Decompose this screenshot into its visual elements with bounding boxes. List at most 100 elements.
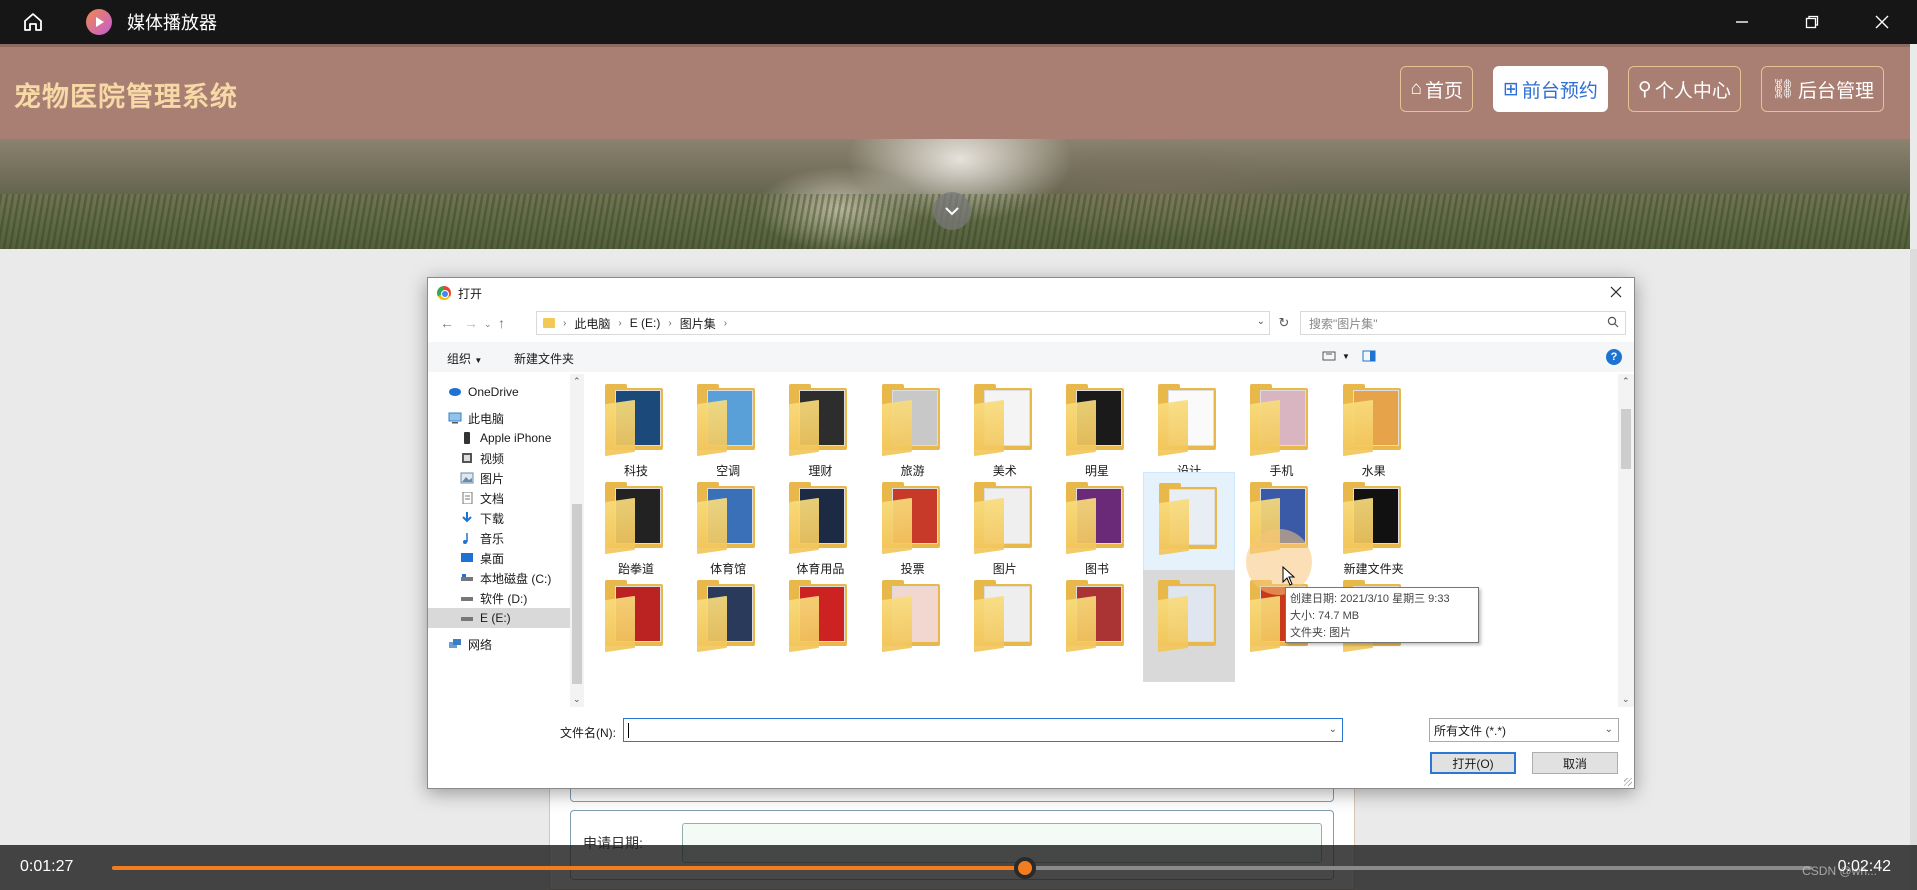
- nav-admin-label: 后台管理: [1797, 80, 1874, 102]
- nav-desktop[interactable]: 桌面: [460, 548, 504, 568]
- hero-banner: [0, 139, 1910, 249]
- click-highlight: [1246, 529, 1312, 595]
- nav-item-label: 网络: [468, 637, 493, 652]
- filename-input[interactable]: ⌄: [623, 718, 1343, 742]
- folder-item[interactable]: [959, 570, 1051, 682]
- nav-music[interactable]: 音乐: [460, 528, 504, 548]
- folder-item[interactable]: 新建文件夹: [1328, 472, 1420, 584]
- folder-item[interactable]: 美术: [959, 374, 1051, 486]
- chevron-down-icon[interactable]: ⌄: [1257, 316, 1265, 327]
- folder-icon: [1066, 580, 1128, 653]
- breadcrumb-this-pc[interactable]: 此电脑: [574, 315, 610, 332]
- folder-item[interactable]: 图片: [959, 472, 1051, 584]
- scroll-down-icon[interactable]: ⌄: [573, 694, 581, 705]
- folder-icon: [881, 384, 944, 457]
- nav-drive-d[interactable]: 软件 (D:): [460, 588, 527, 608]
- folder-item[interactable]: 体育用品: [774, 472, 866, 584]
- folder-item[interactable]: 理财: [774, 374, 866, 486]
- nav-this-pc[interactable]: 此电脑: [448, 408, 504, 428]
- folder-item[interactable]: 科技: [590, 374, 682, 486]
- recent-dropdown-icon[interactable]: ⌄: [484, 319, 492, 330]
- breadcrumb-drive-e[interactable]: E (E:): [630, 316, 661, 330]
- address-bar[interactable]: › 此电脑 › E (E:) › 图片集 › ⌄: [536, 311, 1270, 335]
- drive-icon: [461, 617, 473, 621]
- document-icon: [462, 492, 473, 504]
- nav-downloads[interactable]: 下载: [460, 508, 504, 528]
- nav-drive-c[interactable]: 本地磁盘 (C:): [460, 568, 551, 588]
- nav-drive-e[interactable]: E (E:): [428, 608, 570, 628]
- folder-item[interactable]: [774, 570, 866, 682]
- user-icon: ⚲: [1637, 78, 1652, 100]
- search-input[interactable]: 搜索"图片集": [1300, 311, 1626, 335]
- folder-item[interactable]: 旅游: [867, 374, 959, 486]
- scroll-up-icon[interactable]: ⌃: [1622, 376, 1630, 387]
- home-icon[interactable]: [0, 0, 66, 44]
- nav-documents[interactable]: 文档: [460, 488, 504, 508]
- help-icon[interactable]: ?: [1606, 349, 1622, 365]
- breadcrumb-pictures[interactable]: 图片集: [680, 315, 716, 332]
- view-options-icon[interactable]: [1322, 349, 1336, 366]
- page-scrollbar[interactable]: [1910, 249, 1917, 890]
- folder-item[interactable]: [590, 570, 682, 682]
- folder-item[interactable]: [1051, 570, 1143, 682]
- up-arrow-icon[interactable]: ↑: [498, 315, 505, 331]
- file-type-select[interactable]: 所有文件 (*.*) ⌄: [1429, 718, 1619, 742]
- preview-pane-icon[interactable]: [1362, 349, 1376, 366]
- folder-item[interactable]: [1143, 472, 1236, 584]
- scroll-up-icon[interactable]: ⌃: [573, 376, 581, 387]
- folder-item[interactable]: 投票: [867, 472, 959, 584]
- minimize-icon[interactable]: [1707, 0, 1777, 44]
- file-list-scrollbar[interactable]: ⌃ ⌄: [1618, 374, 1634, 707]
- file-type-value: 所有文件 (*.*): [1434, 723, 1507, 738]
- nav-onedrive[interactable]: OneDrive: [448, 382, 519, 402]
- folder-item[interactable]: 图书: [1051, 472, 1143, 584]
- restore-icon[interactable]: [1777, 0, 1847, 44]
- folder-item[interactable]: 水果: [1328, 374, 1420, 486]
- nav-pictures[interactable]: 图片: [460, 468, 504, 488]
- seek-bar-fill: [112, 866, 1025, 870]
- resize-grip-icon[interactable]: [1624, 778, 1632, 786]
- nav-iphone[interactable]: Apple iPhone: [460, 428, 551, 448]
- player-title-bar: 媒体播放器: [0, 0, 1917, 44]
- folder-item[interactable]: 手机: [1235, 374, 1327, 486]
- breadcrumb-separator: ›: [563, 317, 567, 329]
- caret-down-icon[interactable]: ▼: [1342, 352, 1350, 361]
- nav-profile-button[interactable]: ⚲ 个人中心: [1627, 66, 1741, 112]
- folder-item[interactable]: 体育馆: [682, 472, 774, 584]
- folder-item[interactable]: 跆拳道: [590, 472, 682, 584]
- forward-arrow-icon[interactable]: →: [464, 315, 478, 331]
- nav-admin-button[interactable]: ⛓ 后台管理: [1760, 66, 1884, 112]
- picture-icon: [460, 472, 474, 484]
- folder-item[interactable]: 空调: [682, 374, 774, 486]
- folder-item[interactable]: 设计: [1143, 374, 1235, 486]
- folder-item[interactable]: [867, 570, 959, 682]
- nav-videos[interactable]: 视频: [460, 448, 504, 468]
- nav-booking-button[interactable]: ⊞ 前台预约: [1492, 66, 1608, 112]
- folder-item[interactable]: 明星: [1051, 374, 1143, 486]
- computer-icon: [448, 412, 462, 424]
- scrollbar-thumb[interactable]: [1621, 409, 1631, 469]
- scroll-down-icon[interactable]: ⌄: [1622, 694, 1630, 705]
- scrollbar-thumb[interactable]: [572, 504, 582, 684]
- new-folder-button[interactable]: 新建文件夹: [514, 350, 574, 367]
- close-icon[interactable]: [1847, 0, 1917, 44]
- folder-icon: [605, 580, 667, 653]
- open-button[interactable]: 打开(O): [1430, 752, 1516, 774]
- chevron-down-icon[interactable]: ⌄: [1329, 724, 1337, 735]
- nav-pane-scrollbar[interactable]: ⌃ ⌄: [570, 374, 584, 707]
- refresh-icon[interactable]: ↻: [1274, 313, 1294, 333]
- nav-home-button[interactable]: ⌂ 首页: [1400, 66, 1473, 112]
- back-arrow-icon[interactable]: ←: [440, 315, 454, 331]
- folder-icon: [789, 580, 851, 653]
- nav-network[interactable]: 网络: [448, 634, 492, 654]
- folder-item[interactable]: [1143, 570, 1236, 682]
- nav-item-label: 下载: [480, 511, 505, 526]
- organize-button[interactable]: 组织 ▼: [447, 350, 482, 367]
- cancel-button[interactable]: 取消: [1532, 752, 1618, 774]
- chevron-down-icon[interactable]: [933, 192, 971, 230]
- seek-bar[interactable]: [112, 857, 1812, 879]
- folder-item[interactable]: [682, 570, 774, 682]
- total-time: 0:02:42: [1837, 858, 1891, 875]
- close-icon[interactable]: [1604, 280, 1628, 304]
- seek-thumb[interactable]: [1013, 857, 1036, 879]
